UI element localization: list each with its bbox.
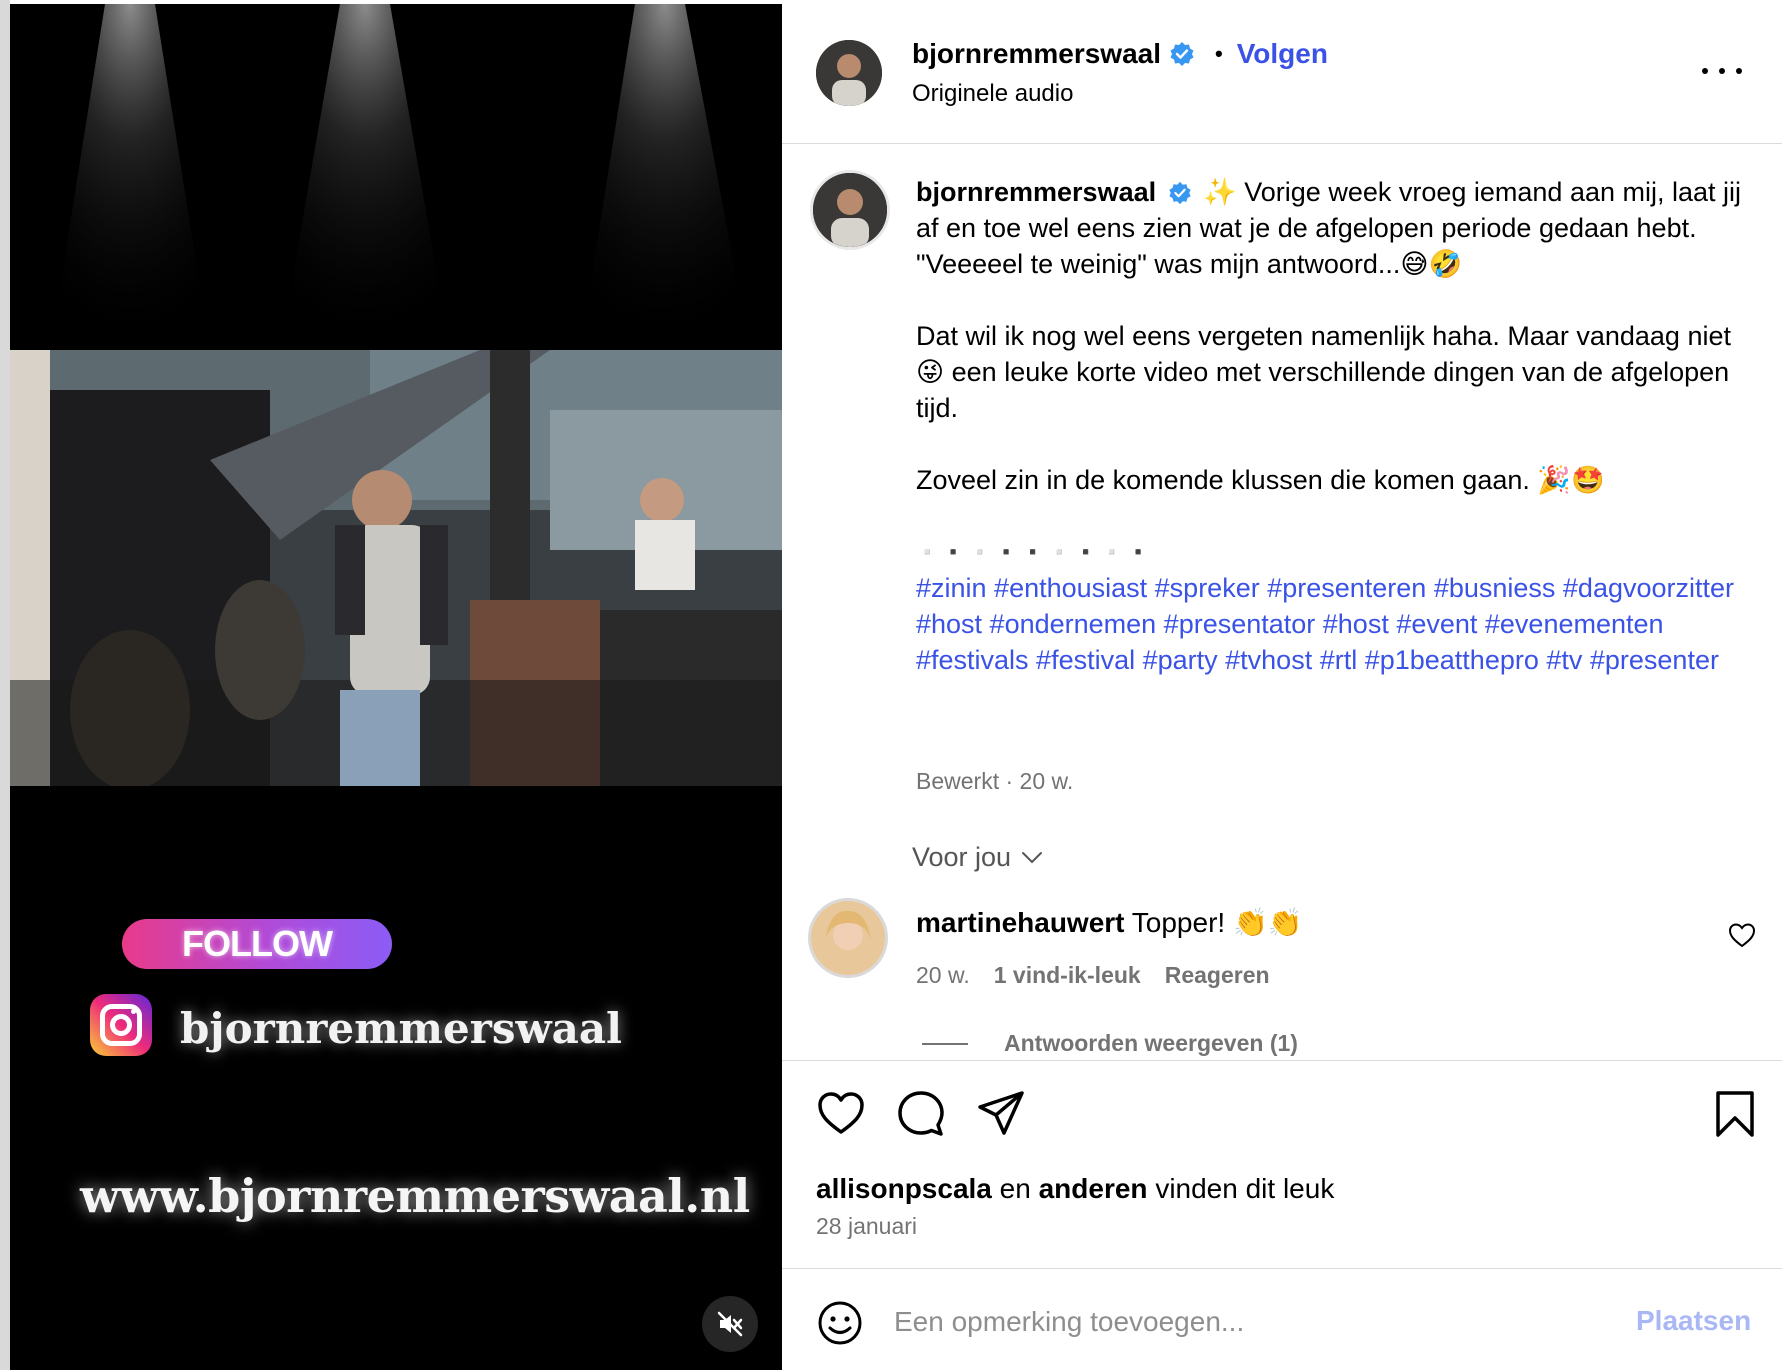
comment-icon[interactable] xyxy=(896,1089,946,1139)
instagram-post-modal: FOLLOW bjornremmerswaal www.bjornremmers… xyxy=(0,0,1782,1370)
video-handle-text: bjornremmerswaal xyxy=(180,1004,623,1053)
post-actions: allisonpscala en anderen vinden dit leuk… xyxy=(782,1060,1782,1265)
comment-composer: Plaatsen xyxy=(782,1268,1782,1370)
author-avatar[interactable] xyxy=(816,40,882,106)
comment-age: 20 w. xyxy=(916,962,970,988)
spotlight-background xyxy=(10,4,782,350)
verified-badge-icon xyxy=(1169,181,1191,205)
follow-badge-label: FOLLOW xyxy=(182,923,333,964)
caption-line-4: Zoveel zin in de komende klussen die kom… xyxy=(916,465,1605,495)
post-header: bjornremmerswaal • Volgen Originele audi… xyxy=(782,0,1782,144)
comment-input[interactable] xyxy=(894,1297,1534,1347)
send-icon[interactable] xyxy=(976,1089,1026,1139)
liked-by-suffix: vinden dit leuk xyxy=(1155,1173,1335,1204)
caption-squares: ▫️▪️▫️▪️▪️▫️▪️▫️▪️ xyxy=(916,542,1154,562)
comment-row: martinehauwert Topper! 👏👏 xyxy=(916,906,1303,939)
audio-label[interactable]: Originele audio xyxy=(912,80,1073,108)
comment-heart-icon[interactable] xyxy=(1728,922,1756,948)
caption-spacer xyxy=(916,282,1746,318)
caption-username[interactable]: bjornremmerswaal xyxy=(916,177,1156,207)
post-comment-button[interactable]: Plaatsen xyxy=(1636,1305,1751,1337)
caption-hashtags[interactable]: #zinin #enthousiast #spreker #presentere… xyxy=(916,570,1746,678)
mute-toggle-button[interactable] xyxy=(702,1296,758,1352)
video-url-text: www.bjornremmerswaal.nl xyxy=(80,1169,750,1223)
caption-meta: Bewerkt · 20 w. xyxy=(916,768,1074,794)
post-details-panel: bjornremmerswaal • Volgen Originele audi… xyxy=(782,0,1782,1370)
follow-badge: FOLLOW xyxy=(122,919,392,969)
post-caption: bjornremmerswaal ✨ Vorige week vroeg iem… xyxy=(916,174,1746,678)
caption-spacer xyxy=(916,498,1746,534)
for-you-toggle[interactable]: Voor jou xyxy=(912,842,1043,873)
more-dot-icon xyxy=(1719,68,1725,74)
comment-meta: 20 w. 1 vind-ik-leuk Reageren xyxy=(916,962,1270,989)
commenter-avatar[interactable] xyxy=(808,898,888,978)
bookmark-icon[interactable] xyxy=(1710,1089,1760,1139)
event-footage xyxy=(10,350,782,786)
reel-video[interactable]: FOLLOW bjornremmerswaal www.bjornremmers… xyxy=(10,4,782,1370)
speaker-muted-icon xyxy=(717,1311,743,1337)
caption-first-paragraph: bjornremmerswaal ✨ Vorige week vroeg iem… xyxy=(916,174,1746,246)
header-separator: • xyxy=(1215,41,1223,66)
for-you-label: Voor jou xyxy=(912,842,1012,872)
heart-icon[interactable] xyxy=(816,1089,866,1139)
liked-by-and: en xyxy=(999,1173,1031,1204)
caption-line-2: "Veeeeel te weinig" was mijn antwoord...… xyxy=(916,249,1463,279)
header-user-row: bjornremmerswaal • Volgen xyxy=(912,38,1328,70)
likes-summary: allisonpscala en anderen vinden dit leuk xyxy=(816,1173,1334,1205)
liked-by-others[interactable]: anderen xyxy=(1039,1173,1148,1204)
view-replies-label: Antwoorden weergeven (1) xyxy=(1004,1030,1298,1056)
more-dot-icon xyxy=(1736,68,1742,74)
comment-like-count[interactable]: 1 vind-ik-leuk xyxy=(994,962,1141,989)
more-dot-icon xyxy=(1702,68,1708,74)
more-options-button[interactable] xyxy=(1702,56,1742,86)
comment-text: Topper! 👏👏 xyxy=(1131,907,1303,938)
comment-username[interactable]: martinehauwert xyxy=(916,907,1125,938)
emoji-icon[interactable] xyxy=(816,1299,864,1347)
verified-badge-icon xyxy=(1170,42,1194,66)
instagram-logo-icon xyxy=(90,994,152,1056)
author-username[interactable]: bjornremmerswaal xyxy=(912,38,1161,70)
caption-line-3: Dat wil ik nog wel eens vergeten namenli… xyxy=(916,321,1731,423)
post-date[interactable]: 28 januari xyxy=(816,1213,917,1240)
left-edge xyxy=(0,0,10,1370)
caption-spacer xyxy=(916,426,1746,462)
comment-reply-button[interactable]: Reageren xyxy=(1165,962,1270,989)
view-replies-button[interactable]: Antwoorden weergeven (1) xyxy=(922,1030,1298,1057)
liked-by-user[interactable]: allisonpscala xyxy=(816,1173,992,1204)
chevron-down-icon xyxy=(1022,851,1043,863)
caption-author-avatar[interactable] xyxy=(810,170,890,250)
follow-button[interactable]: Volgen xyxy=(1237,38,1328,70)
replies-divider xyxy=(922,1042,968,1045)
